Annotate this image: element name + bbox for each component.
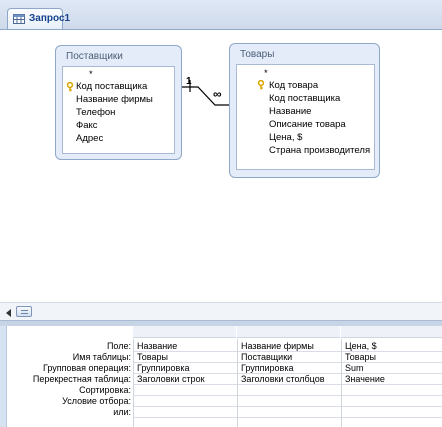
table-design-area[interactable]: Поставщики * Код поставщика Название фир… [0, 30, 442, 302]
grid-column-selector[interactable] [133, 326, 236, 338]
query-datasheet-icon [13, 14, 25, 24]
horizontal-scrollbar[interactable] [0, 302, 442, 320]
field-item[interactable]: Страна производителя [269, 145, 370, 157]
grid-row-label: Сортировка: [79, 385, 131, 395]
grid-cell[interactable]: Товары [342, 352, 442, 363]
field-item[interactable]: * [264, 68, 268, 80]
grid-cell[interactable]: Sum [342, 363, 442, 374]
grid-cell[interactable] [342, 385, 442, 396]
grid-row-label: Имя таблицы: [72, 352, 131, 362]
grid-cell[interactable]: Название фирмы [238, 341, 341, 352]
grid-cell[interactable] [134, 385, 237, 396]
grid-cell[interactable] [342, 396, 442, 407]
scroll-thumb[interactable] [16, 306, 32, 317]
field-item[interactable]: Код товара [269, 80, 318, 92]
scroll-left-arrow-icon[interactable] [6, 309, 11, 317]
grid-row-label: или: [113, 407, 131, 417]
relationship-many-label: ∞ [213, 87, 222, 101]
grid-cell[interactable]: Товары [134, 352, 237, 363]
table-products-field-list[interactable]: * Код товара Код поставщика Название Опи… [236, 64, 375, 170]
grid-row-label: Групповая операция: [42, 363, 131, 373]
primary-key-icon [257, 80, 265, 90]
grid-cell[interactable] [134, 396, 237, 407]
relationship-one-label: 1 [186, 76, 192, 87]
grid-cell[interactable] [238, 385, 341, 396]
field-item[interactable]: Цена, $ [269, 132, 302, 144]
grid-cell[interactable]: Группировка [134, 363, 237, 374]
grid-row-selector-bar [0, 326, 7, 427]
table-products[interactable]: Товары * Код товара Код поставщика Назва… [229, 43, 380, 178]
grid-row-label: Поле: [106, 341, 131, 351]
tab-label: Запрос1 [29, 13, 71, 24]
field-item[interactable]: Описание товара [269, 119, 346, 131]
grid-cell[interactable] [238, 396, 341, 407]
grid-cell[interactable]: Заголовки строк [134, 374, 237, 385]
field-item[interactable]: Код поставщика [269, 93, 340, 105]
grid-cell[interactable]: Заголовки столбцов [238, 374, 341, 385]
grid-cell[interactable]: Цена, $ [342, 341, 442, 352]
grid-cell[interactable]: Название [134, 341, 237, 352]
grid-column-selector[interactable] [341, 326, 442, 338]
field-item[interactable]: Название [269, 106, 311, 118]
table-products-title: Товары [240, 49, 275, 60]
grid-cell[interactable] [238, 407, 341, 418]
scroll-thumb-grip [21, 310, 28, 314]
grid-column-selector[interactable] [237, 326, 340, 338]
grid-cell[interactable] [134, 407, 237, 418]
tab-query1[interactable]: Запрос1 [7, 8, 70, 30]
grid-cell[interactable]: Поставщики [238, 352, 341, 363]
grid-cell[interactable]: Значение [342, 374, 442, 385]
query-design-grid[interactable]: Поле: Имя таблицы: Групповая операция: П… [0, 326, 442, 427]
query-designer-window: Запрос1 Поставщики * Код поставщика Назв… [0, 0, 442, 427]
grid-cell[interactable] [342, 407, 442, 418]
grid-cell[interactable]: Группировка [238, 363, 341, 374]
grid-row-label: Перекрестная таблица: [32, 374, 131, 384]
grid-row-label: Условие отбора: [62, 396, 131, 406]
tab-strip: Запрос1 [0, 0, 442, 30]
